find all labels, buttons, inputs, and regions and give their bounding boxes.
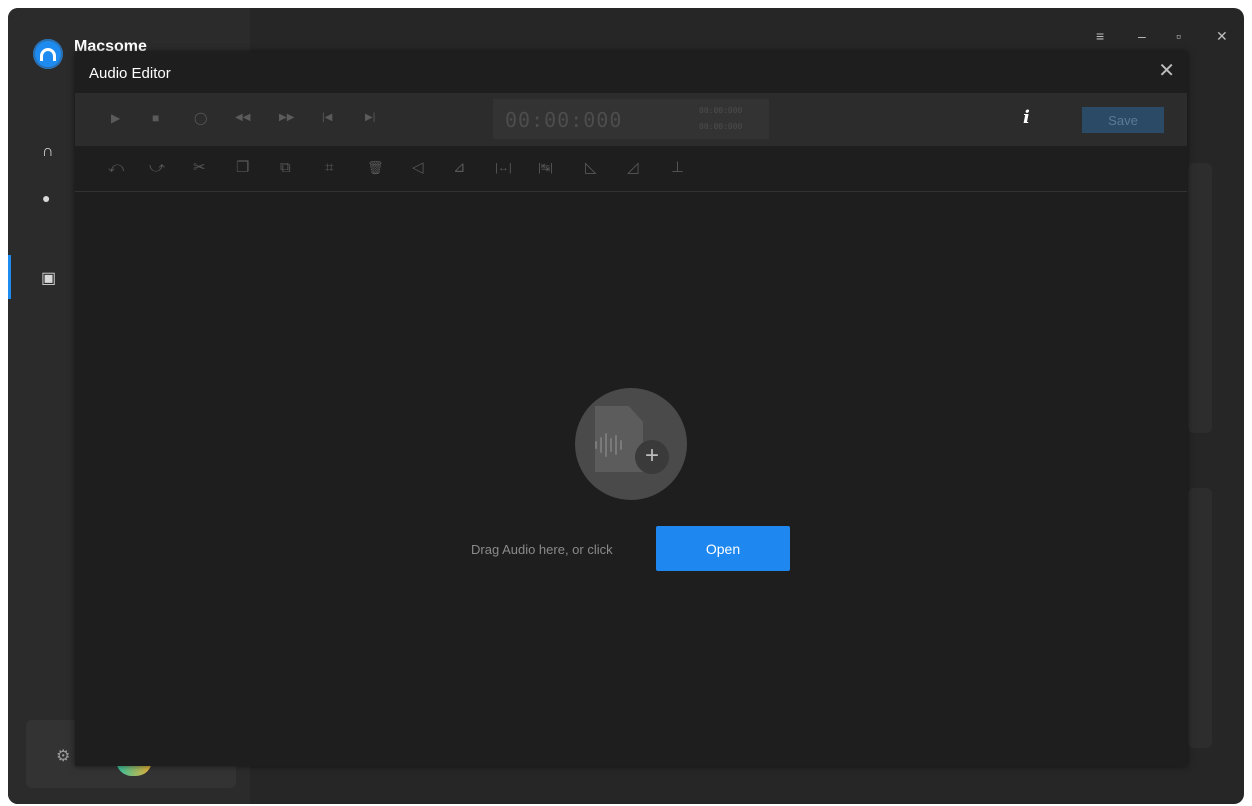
- add-audio-icon[interactable]: +: [575, 388, 687, 500]
- selection-start-time: 00:00:000: [699, 106, 743, 115]
- split-icon[interactable]: ⊥: [671, 160, 684, 176]
- fade-out-icon[interactable]: ◿: [627, 160, 639, 176]
- audio-editor-dialog: Audio Editor ✕ ▶ ■ ◯ ◀◀ ▶▶ |◀ ▶| 00:00:0…: [75, 52, 1187, 766]
- gear-icon[interactable]: ⚙: [56, 746, 70, 766]
- paste-icon[interactable]: ⧉: [280, 160, 291, 176]
- skip-back-icon[interactable]: |◀: [322, 110, 332, 126]
- copy-icon[interactable]: ❐: [236, 160, 249, 176]
- current-time: 00:00:000: [505, 108, 623, 132]
- background-panel: [1188, 163, 1212, 433]
- info-icon[interactable]: i: [1023, 107, 1030, 128]
- trim-silence-icon[interactable]: |↹|: [538, 160, 553, 176]
- crop-icon[interactable]: ⌗: [325, 160, 333, 176]
- waveform-icon: [595, 433, 622, 457]
- app-logo-icon: [33, 39, 63, 69]
- sidebar-active-indicator: [8, 255, 11, 299]
- audio-drop-area[interactable]: + Drag Audio here, or click Open: [75, 192, 1187, 766]
- skip-forward-icon[interactable]: ▶|: [365, 110, 375, 126]
- player-toolbar: ▶ ■ ◯ ◀◀ ▶▶ |◀ ▶| 00:00:000 00:00:000 00…: [75, 93, 1187, 146]
- play-icon[interactable]: ▶: [111, 110, 120, 126]
- loop-icon[interactable]: ◯: [194, 110, 207, 126]
- toolbox-icon[interactable]: ▣: [41, 271, 56, 287]
- delete-icon[interactable]: 🗑: [367, 160, 384, 176]
- open-button[interactable]: Open: [656, 526, 790, 571]
- menu-icon[interactable]: ≡: [1096, 28, 1104, 44]
- selection-end-time: 00:00:000: [699, 122, 743, 131]
- save-button[interactable]: Save: [1082, 107, 1164, 133]
- fade-in-icon[interactable]: ◺: [585, 160, 597, 176]
- plus-icon: +: [635, 440, 669, 474]
- envelope-icon[interactable]: ⊿: [453, 160, 466, 176]
- headphones-icon[interactable]: ∩: [42, 144, 54, 160]
- minimize-icon[interactable]: –: [1138, 28, 1146, 44]
- dialog-header: Audio Editor ✕: [75, 52, 1187, 93]
- maximize-icon[interactable]: ▫: [1176, 28, 1181, 44]
- history-icon[interactable]: ●: [42, 190, 50, 206]
- time-display: 00:00:000 00:00:000 00:00:000: [493, 99, 769, 139]
- dialog-close-icon[interactable]: ✕: [1158, 61, 1175, 81]
- redo-icon[interactable]: ⤻: [149, 160, 165, 176]
- close-icon[interactable]: ✕: [1216, 28, 1228, 45]
- cut-icon[interactable]: ✂: [193, 160, 206, 176]
- dialog-title: Audio Editor: [89, 65, 171, 82]
- background-panel: [1188, 488, 1212, 748]
- fast-forward-icon[interactable]: ▶▶: [279, 110, 294, 126]
- stop-icon[interactable]: ■: [152, 110, 159, 126]
- volume-icon[interactable]: ◁: [412, 160, 424, 176]
- undo-icon[interactable]: ⤺: [108, 160, 124, 176]
- insert-silence-icon[interactable]: |↔|: [495, 160, 512, 176]
- rewind-icon[interactable]: ◀◀: [235, 110, 250, 126]
- drag-instruction: Drag Audio here, or click: [471, 542, 613, 557]
- edit-toolbar: ⤺ ⤻ ✂ ❐ ⧉ ⌗ 🗑 ◁ ⊿ |↔| |↹| ◺ ◿ ⊥: [75, 146, 1187, 192]
